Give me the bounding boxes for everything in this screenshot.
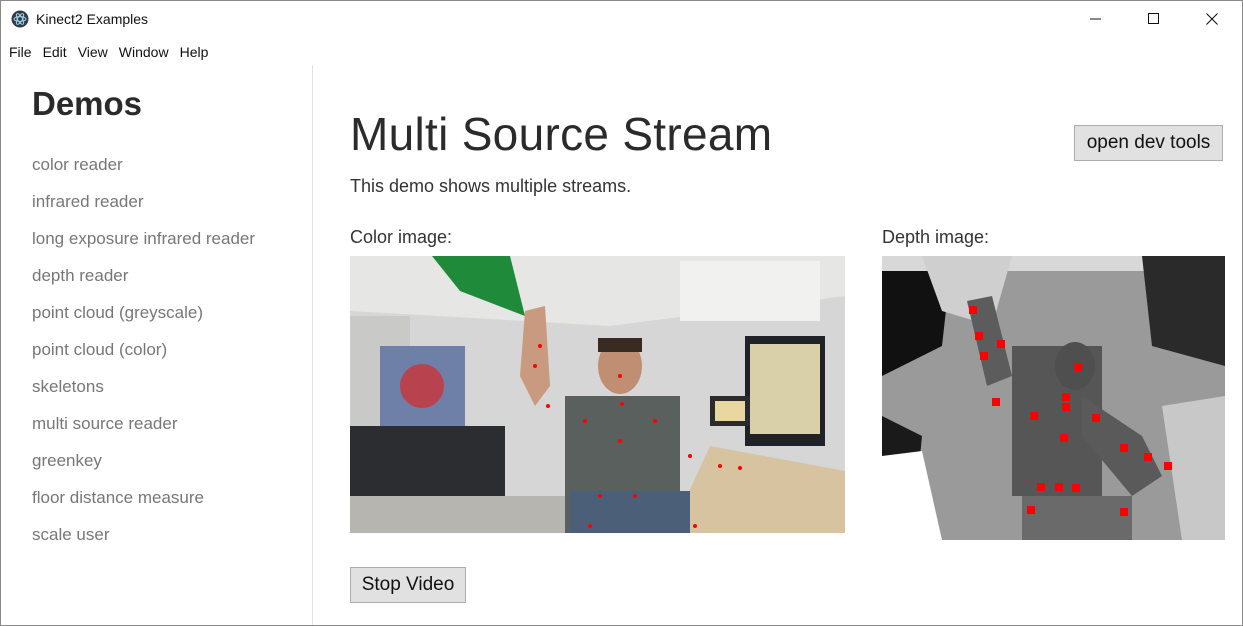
sidebar-item-floor-distance-measure[interactable]: floor distance measure xyxy=(32,486,255,523)
menu-help[interactable]: Help xyxy=(180,41,209,63)
sidebar-item-multi-source-reader[interactable]: multi source reader xyxy=(32,412,255,449)
main-content: Multi Source Stream open dev tools This … xyxy=(313,65,1242,625)
sidebar-item-point-cloud-color[interactable]: point cloud (color) xyxy=(32,338,255,375)
app-logo-icon xyxy=(11,10,29,28)
color-image-canvas xyxy=(350,256,845,533)
sidebar-item-scale-user[interactable]: scale user xyxy=(32,523,255,560)
maximize-icon xyxy=(1148,13,1159,24)
window-title: Kinect2 Examples xyxy=(36,11,149,27)
menu-bar: File Edit View Window Help xyxy=(1,41,211,63)
color-image-label: Color image: xyxy=(350,227,453,247)
title-bar: Kinect2 Examples xyxy=(1,1,1242,37)
sidebar-item-long-exposure-infrared-reader[interactable]: long exposure infrared reader xyxy=(32,227,255,264)
depth-image-canvas xyxy=(882,256,1225,540)
menu-edit[interactable]: Edit xyxy=(43,41,67,63)
depth-image-label: Depth image: xyxy=(882,227,990,247)
minimize-button[interactable] xyxy=(1067,1,1125,37)
sidebar-item-point-cloud-greyscale[interactable]: point cloud (greyscale) xyxy=(32,301,255,338)
page-title: Multi Source Stream xyxy=(350,108,773,160)
sidebar-item-infrared-reader[interactable]: infrared reader xyxy=(32,190,255,227)
demo-list: color reader infrared reader long exposu… xyxy=(32,153,255,560)
color-feed-scene xyxy=(350,256,845,533)
sidebar-item-color-reader[interactable]: color reader xyxy=(32,153,255,190)
menu-window[interactable]: Window xyxy=(119,41,169,63)
open-dev-tools-button[interactable]: open dev tools xyxy=(1074,125,1223,161)
stop-video-button[interactable]: Stop Video xyxy=(350,567,466,603)
close-icon xyxy=(1206,13,1218,25)
sidebar: Demos color reader infrared reader long … xyxy=(1,65,313,625)
sidebar-item-depth-reader[interactable]: depth reader xyxy=(32,264,255,301)
menu-view[interactable]: View xyxy=(78,41,108,63)
close-button[interactable] xyxy=(1183,1,1241,37)
sidebar-item-greenkey[interactable]: greenkey xyxy=(32,449,255,486)
depth-feed-scene xyxy=(882,256,1225,540)
maximize-button[interactable] xyxy=(1125,1,1183,37)
app-window: Kinect2 Examples File Edit View Window H… xyxy=(0,0,1243,626)
minimize-icon xyxy=(1090,18,1101,20)
sidebar-heading: Demos xyxy=(32,85,143,122)
page-description: This demo shows multiple streams. xyxy=(350,176,632,196)
sidebar-item-skeletons[interactable]: skeletons xyxy=(32,375,255,412)
menu-file[interactable]: File xyxy=(9,41,32,63)
